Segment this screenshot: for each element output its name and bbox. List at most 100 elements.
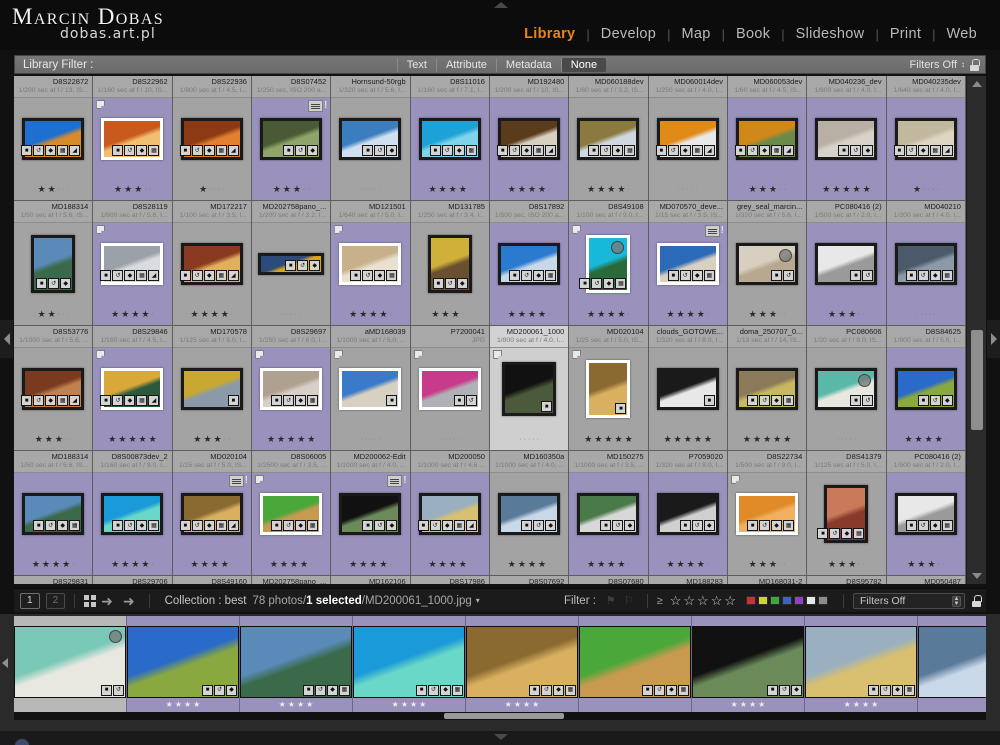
rating-star-3[interactable]: · <box>925 310 927 319</box>
rating-star-3[interactable]: · <box>58 310 60 319</box>
grid-cell[interactable]: D8S06005 1/2500 sec at f / 3.5, ... ■ ↺ ◆ ▦ ★ ★… <box>251 451 332 576</box>
filter-star-4[interactable]: ☆ <box>711 593 723 609</box>
metadata-badge-icon[interactable]: ▦ <box>307 520 319 531</box>
grid-cell-rating[interactable]: ★ ★ ★ · · <box>14 430 92 449</box>
rating-star-2[interactable]: ★ <box>48 185 56 194</box>
rating-filter-stars[interactable]: ☆ ☆ ☆ ☆ ☆ <box>670 593 736 609</box>
crop-badge-icon[interactable]: ■ <box>917 395 929 406</box>
grid-cell-body[interactable]: ! ■ ↺ ◆ <box>252 98 330 180</box>
grid-cell[interactable]: grey_seal_marcin... 1/320 sec at f / 5.6,… <box>727 201 808 326</box>
rating-star-3[interactable]: ★ <box>290 560 298 569</box>
crop-badge-icon[interactable]: ■ <box>202 684 213 696</box>
view-mode-1-button[interactable]: 1 <box>20 592 40 609</box>
grid-cell[interactable]: D8S53776 1/1000 sec at f / 5.6, ... ■ ↺ ◆ ▦ ◢ ★… <box>14 326 94 451</box>
rating-star-5[interactable]: · <box>151 310 153 319</box>
keyword-badge-icon[interactable]: ◆ <box>771 520 783 531</box>
rating-star-4[interactable]: ★ <box>221 310 229 319</box>
rating-star-4[interactable]: · <box>374 185 376 194</box>
rating-star-3[interactable]: ★ <box>131 560 139 569</box>
grid-vertical-scrollbar[interactable] <box>966 76 986 584</box>
rating-star-2[interactable]: ★ <box>915 435 923 444</box>
grid-cell-body[interactable]: ■ <box>490 348 568 430</box>
crop-badge-icon[interactable]: ■ <box>417 520 429 531</box>
grid-cell[interactable]: MD200050 1/1000 sec at f / 4.6 ... ■ ↺ ◆ ▦ ◢ ★ ★… <box>410 451 490 576</box>
grid-cell-body[interactable]: ■ <box>569 348 647 430</box>
grid-cell-rating[interactable]: ★ ★ ★ · · <box>173 430 251 449</box>
develop-badge-icon[interactable]: ↺ <box>113 684 124 696</box>
grid-cell-body[interactable]: ■ ↺ ◆ ▦ ◢ <box>649 98 727 180</box>
rating-star-1[interactable]: ★ <box>584 435 592 444</box>
develop-badge-icon[interactable]: ↺ <box>905 145 917 156</box>
rating-star-3[interactable]: ★ <box>607 185 615 194</box>
crop-badge-icon[interactable]: ■ <box>350 270 362 281</box>
crop-badge-icon[interactable]: ■ <box>416 684 427 696</box>
rating-star-1[interactable]: · <box>440 435 442 444</box>
filmstrip-cell[interactable]: ■ ↺ ◆ ★ ★ ★ ★ <box>127 616 240 718</box>
rating-star-5[interactable]: · <box>548 185 550 194</box>
filmstrip-prev-arrow-icon[interactable] <box>2 658 8 668</box>
metadata-badge-icon[interactable]: ▦ <box>136 270 148 281</box>
rating-star-2[interactable]: ★ <box>121 560 129 569</box>
thumbnail-image[interactable]: ■ ↺ ◆ ▦ ◢ <box>655 118 719 160</box>
grid-cell-rating[interactable]: · · · · · <box>887 305 965 324</box>
rating-star-5[interactable]: · <box>466 310 468 319</box>
keyword-badge-icon[interactable]: ◆ <box>124 270 136 281</box>
grid-cell[interactable]: D8S84625 1/800 sec at f / 5.6, I... ■ ↺ ◆ ★ ★ ★… <box>886 326 966 451</box>
grid-cell[interactable]: D8S29831 <box>14 576 94 584</box>
rating-star-5[interactable]: · <box>627 310 629 319</box>
module-map[interactable]: Map <box>671 26 722 42</box>
rating-star-1[interactable]: · <box>837 435 839 444</box>
rating-star-2[interactable]: ★ <box>597 310 605 319</box>
rating-star-1[interactable]: ★ <box>749 185 757 194</box>
rating-star-4[interactable]: · <box>144 185 146 194</box>
grid-cell-rating[interactable]: ★ ★ ★ ★ ★ <box>649 430 727 449</box>
rating-star-4[interactable]: ★ <box>615 435 623 444</box>
filmstrip-cells[interactable]: ■ ↺ ■ ↺ ◆ ★ ★ ★ ★ ■ ↺ ◆ ▦ ★ ★ ★ ★ ■ ↺ ◆ ▦ ★ ★ ★ ★ ■ ↺ ◆ ▦ ★ ★ ★ ★ ■ ↺ ◆ ▦ ■ ↺ ◆… <box>14 616 986 718</box>
color-swatch-4[interactable] <box>782 596 792 605</box>
rating-star-5[interactable]: · <box>69 435 71 444</box>
crop-badge-icon[interactable]: ■ <box>283 145 295 156</box>
filmstrip-cell[interactable]: ■ ↺ <box>14 616 127 718</box>
metadata-badge-icon[interactable]: ▦ <box>148 145 160 156</box>
thumbnail-image[interactable]: ■ ↺ <box>815 368 878 410</box>
rating-star-2[interactable]: · <box>920 310 922 319</box>
grid-cell[interactable]: MD202758pano_... <box>251 576 332 584</box>
rating-star-3[interactable]: ★ <box>211 560 219 569</box>
grid-cell[interactable]: D8S00873dev_2 1/160 sec at f / 9.0, I... ■… <box>93 451 173 576</box>
grid-cell-rating[interactable]: ★ ★ ★ · · <box>252 180 330 199</box>
keyword-badge-icon[interactable]: ◆ <box>917 145 929 156</box>
develop-badge-icon[interactable]: ↺ <box>362 270 374 281</box>
rating-star-5[interactable]: · <box>307 185 309 194</box>
grid-cell-body[interactable]: ■ ↺ ◆ ▦ <box>569 98 647 180</box>
rating-star-2[interactable]: ★ <box>203 435 211 444</box>
metadata-badge-icon[interactable]: ▦ <box>941 270 953 281</box>
rating-star-1[interactable]: ★ <box>828 310 836 319</box>
develop-badge-icon[interactable]: ↺ <box>33 145 45 156</box>
thumbnail-image[interactable]: ■ ↺ ◆ ▦ <box>577 118 640 160</box>
grid-cell[interactable]: MD200061_1000 1/800 sec at f / 4.0, I... ■… <box>489 326 570 451</box>
rating-star-1[interactable]: ★ <box>111 310 119 319</box>
grid-cell-body[interactable]: ■ ↺ ◆ ▦ <box>411 98 489 180</box>
develop-badge-icon[interactable]: ↺ <box>191 145 203 156</box>
grid-cell-rating[interactable]: ★ · · · · <box>173 180 251 199</box>
crop-badge-icon[interactable]: ■ <box>21 395 33 406</box>
grid-cell[interactable]: MD200062-Edit 1/1000 sec at f / 4.0, ...!… <box>331 451 411 576</box>
rating-star-3[interactable]: ★ <box>925 435 933 444</box>
right-panel-collapse-arrow[interactable] <box>987 320 1000 358</box>
grid-cell-body[interactable]: ■ ↺ ◆ ▦ ◢ <box>14 348 92 430</box>
grid-cell-body[interactable]: ■ <box>173 348 251 430</box>
toolbar-content-caret-icon[interactable]: ▾ <box>476 596 480 605</box>
metadata-badge-icon[interactable]: ▦ <box>69 520 81 531</box>
filters-preset-dropdown[interactable]: Filters Off ▲ ▼ <box>853 592 965 609</box>
rating-star-5[interactable]: · <box>942 560 944 569</box>
scroll-up-arrow-icon[interactable] <box>972 81 982 87</box>
metadata-badge-icon[interactable]: ▦ <box>307 395 319 406</box>
rating-star-1[interactable]: ★ <box>822 185 830 194</box>
rating-star-2[interactable]: · <box>286 310 288 319</box>
thumbnail-image[interactable]: ■ ↺ ◆ ▦ ◢ <box>179 243 243 285</box>
flag-icon[interactable] <box>254 350 264 359</box>
metadata-badge-icon[interactable]: ▦ <box>941 520 953 531</box>
crop-badge-icon[interactable]: ■ <box>179 145 191 156</box>
grid-cell[interactable]: P7200041 JPG ■ ↺ · · · · · <box>410 326 490 451</box>
crop-badge-icon[interactable]: ■ <box>285 260 297 271</box>
